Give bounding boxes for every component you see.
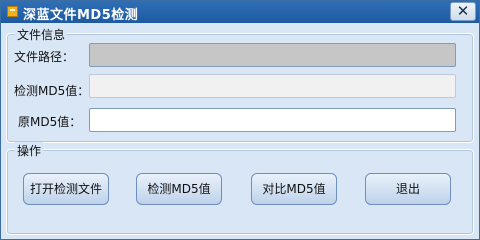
file-info-group-title: 文件信息 (15, 26, 68, 43)
close-button[interactable]: ✕ (450, 2, 476, 21)
app-icon (7, 6, 18, 17)
detect-md5-button[interactable]: 检测MD5值 (136, 173, 222, 205)
title-bar[interactable]: 深蓝文件MD5检测 ✕ (1, 1, 479, 23)
open-file-button[interactable]: 打开检测文件 (23, 173, 109, 205)
file-path-label: 文件路径： (14, 50, 75, 64)
original-md5-label: 原MD5值： (18, 115, 82, 129)
original-md5-field[interactable] (89, 108, 456, 132)
detected-md5-label: 检测MD5值： (14, 84, 90, 98)
window-title: 深蓝文件MD5检测 (23, 8, 139, 23)
exit-button[interactable]: 退出 (365, 173, 451, 205)
detected-md5-field[interactable] (89, 74, 456, 98)
app-window: 深蓝文件MD5检测 ✕ 文件信息 文件路径： 检测MD5值： 原MD5值： 操作… (0, 0, 480, 240)
compare-md5-button[interactable]: 对比MD5值 (251, 173, 337, 205)
file-path-field[interactable] (89, 43, 456, 67)
close-icon: ✕ (456, 2, 470, 20)
operations-group-title: 操作 (15, 142, 44, 159)
client-area: 文件信息 文件路径： 检测MD5值： 原MD5值： 操作 打开检测文件 检测MD… (1, 23, 479, 239)
